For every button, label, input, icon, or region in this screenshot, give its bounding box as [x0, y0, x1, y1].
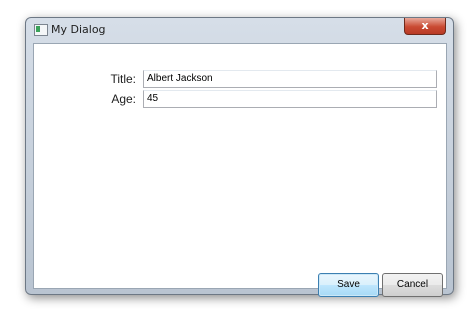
title-label: Title: [110, 72, 136, 86]
app-icon [34, 24, 48, 36]
close-icon: x [421, 19, 429, 32]
title-input[interactable]: Albert Jackson [143, 70, 437, 88]
cancel-button[interactable]: Cancel [382, 273, 443, 297]
window-title: My Dialog [51, 23, 106, 36]
close-button[interactable]: x [404, 18, 446, 35]
age-label: Age: [111, 92, 136, 106]
age-input[interactable]: 45 [143, 90, 437, 108]
title-bar[interactable]: My Dialog x [26, 18, 453, 42]
save-button[interactable]: Save [318, 273, 379, 297]
dialog-content: Title: Albert Jackson Age: 45 Save Cance… [33, 43, 447, 297]
dialog-window: My Dialog x Title: Albert Jackson Age: 4… [25, 17, 454, 297]
